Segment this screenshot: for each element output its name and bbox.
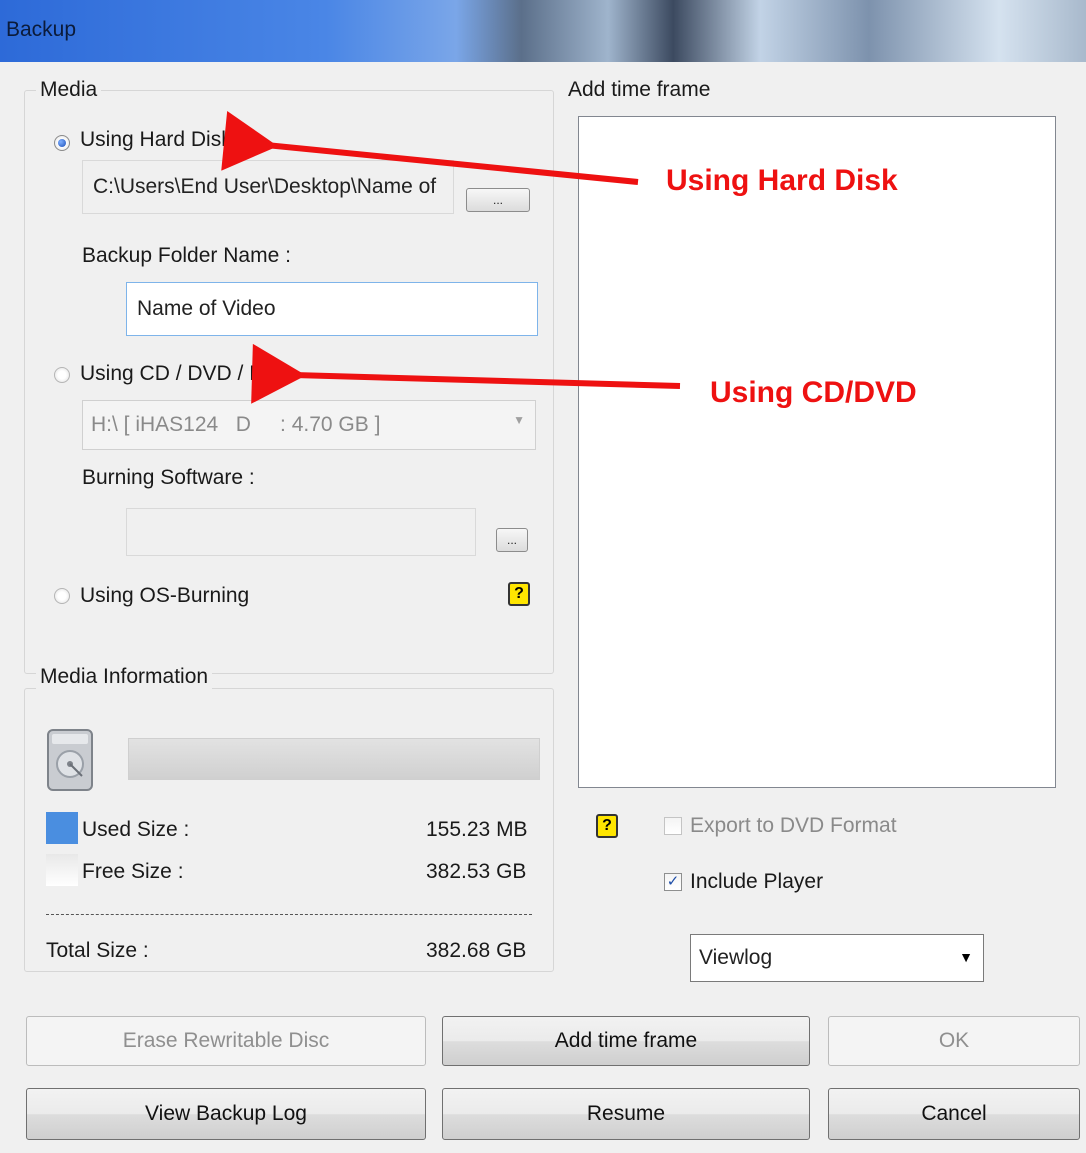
annotation-hard-disk: Using Hard Disk [666,164,898,197]
annotation-cd-dvd: Using CD/DVD [710,376,917,409]
arrow-cd-dvd [251,343,681,404]
arrow-hard-disk [221,110,639,185]
annotation-arrows [221,110,681,404]
